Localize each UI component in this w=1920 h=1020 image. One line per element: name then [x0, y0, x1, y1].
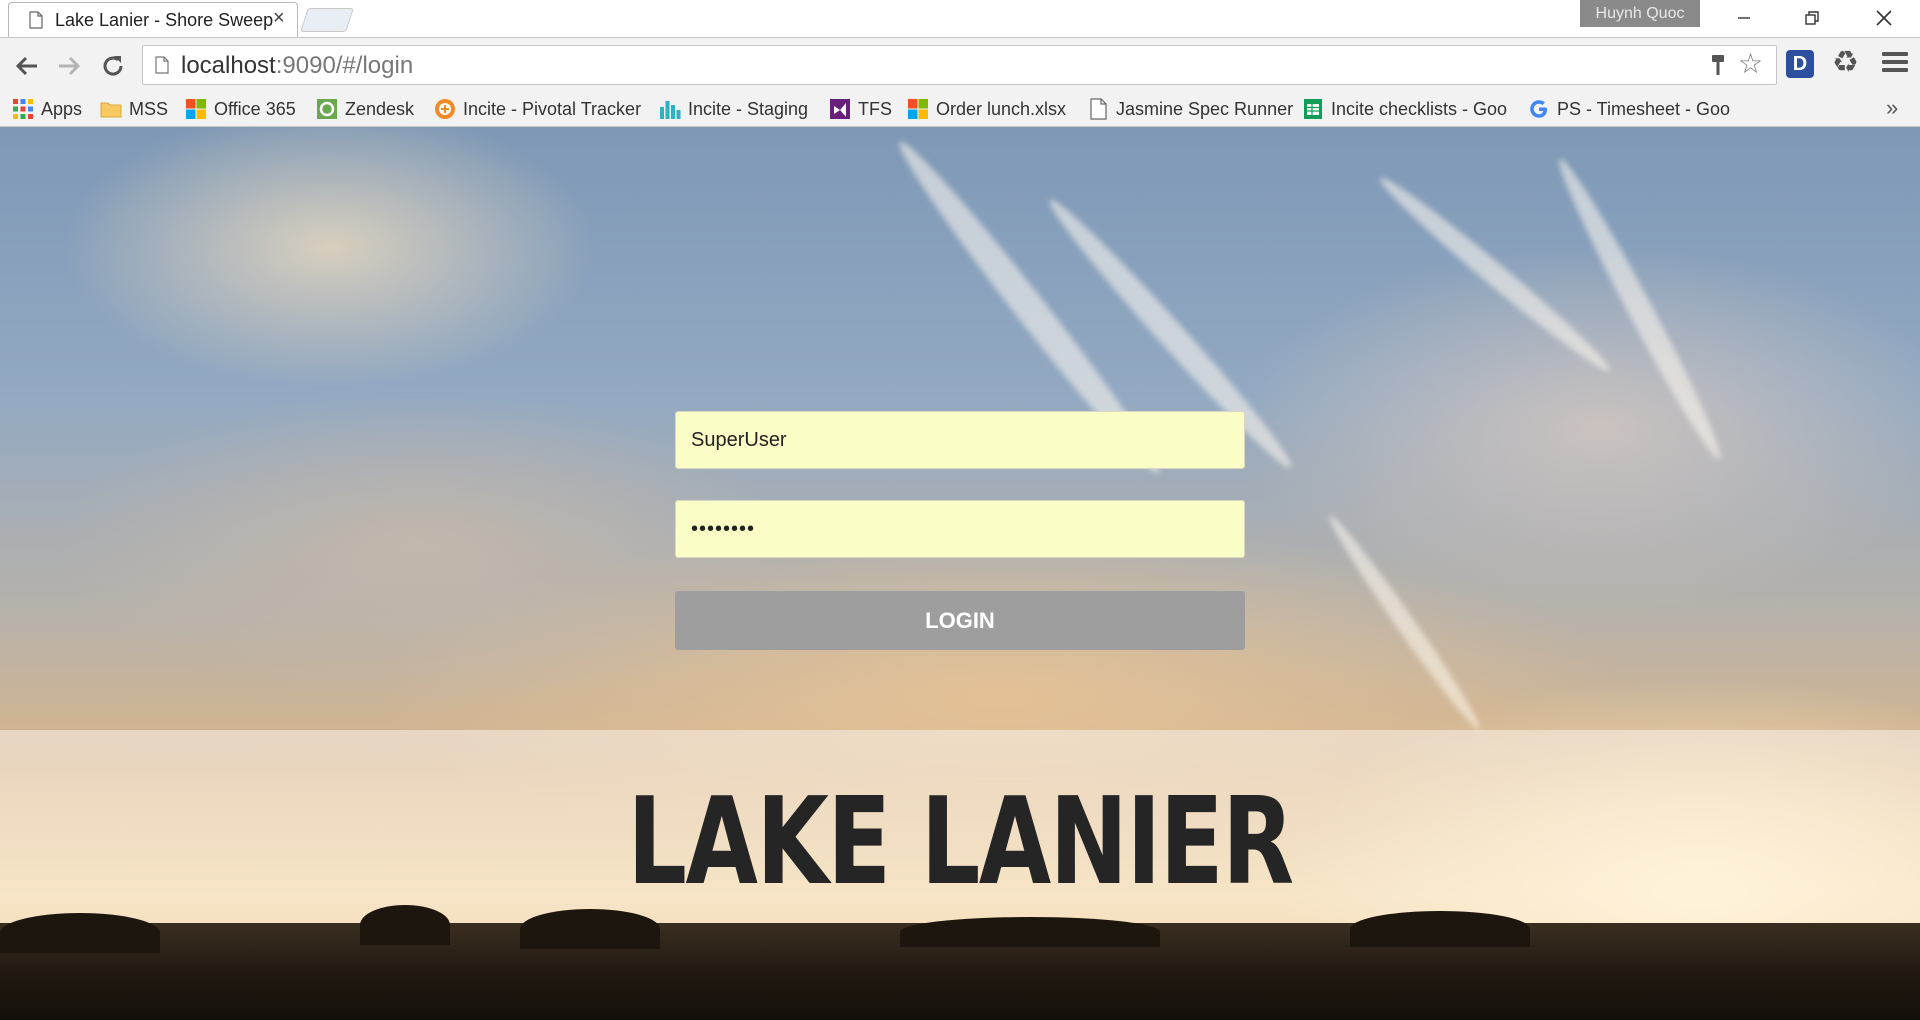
bookmark-label: Jasmine Spec Runner [1116, 98, 1294, 119]
browser-toolbar: localhost:9090/#/login ☆ D ♻ [0, 37, 1920, 91]
bookmark-jasmine[interactable]: Jasmine Spec Runner [1087, 97, 1293, 121]
close-window-button[interactable] [1850, 0, 1918, 36]
recycle-extension-icon[interactable]: ♻ [1832, 48, 1859, 78]
bookmark-incite-checklists[interactable]: Incite checklists - Goo [1302, 97, 1507, 121]
tab-close-icon[interactable]: × [273, 8, 285, 28]
bookmark-label: Incite - Staging [688, 98, 809, 119]
bookmark-incite-staging[interactable]: Incite - Staging [659, 97, 808, 121]
tab-active[interactable]: Lake Lanier - Shore Sweep × [8, 2, 298, 37]
cloud-streak [1549, 153, 1731, 465]
login-page: LOGIN LAKE LANIER [0, 127, 1920, 1020]
bookmark-tfs[interactable]: TFS [829, 97, 892, 121]
minimize-button[interactable] [1710, 0, 1778, 36]
bookmark-timesheet[interactable]: PS - Timesheet - Goo [1528, 97, 1730, 121]
key-icon[interactable] [1708, 53, 1728, 77]
apps-grid-icon [13, 99, 33, 119]
folder-icon [100, 102, 122, 118]
new-tab-button[interactable] [300, 8, 354, 32]
forward-arrow-icon [59, 56, 81, 76]
bookmark-order-lunch[interactable]: Order lunch.xlsx [907, 97, 1066, 121]
forward-button[interactable] [52, 49, 86, 83]
bookmark-apps[interactable]: Apps [12, 97, 82, 121]
bookmark-label: Zendesk [345, 98, 415, 119]
bookmark-label: Incite - Pivotal Tracker [463, 98, 642, 119]
brand-logo-text: LAKE LANIER [627, 773, 1294, 912]
profile-button[interactable]: Huynh Quoc [1580, 0, 1700, 27]
bookmark-label: Incite checklists - Goo [1331, 98, 1508, 119]
zendesk-icon [317, 99, 337, 119]
bookmark-label: Apps [41, 98, 83, 119]
pivotal-icon [435, 99, 455, 119]
page-icon [1090, 98, 1107, 120]
bookmarks-bar: Apps MSS Office 365 Zendesk Incite - Piv… [0, 91, 1920, 127]
visual-studio-icon [830, 99, 850, 119]
cloud-streak [1322, 510, 1487, 735]
back-button[interactable] [10, 49, 44, 83]
microsoft-icon [908, 99, 928, 119]
bookmark-label: MSS [129, 98, 169, 119]
login-button[interactable]: LOGIN [675, 591, 1245, 650]
tab-title: Lake Lanier - Shore Sweep [55, 10, 274, 30]
restore-button[interactable] [1778, 0, 1846, 36]
sheets-icon [1304, 99, 1322, 119]
bookmark-zendesk[interactable]: Zendesk [316, 97, 414, 121]
username-input[interactable] [675, 411, 1245, 469]
close-icon [1876, 10, 1892, 26]
bookmark-label: Order lunch.xlsx [936, 98, 1067, 119]
back-arrow-icon [15, 56, 37, 76]
minimize-icon [1738, 17, 1750, 19]
bookmark-office-365[interactable]: Office 365 [185, 97, 296, 121]
address-bar[interactable]: localhost:9090/#/login ☆ [142, 45, 1777, 85]
bookmark-label: TFS [858, 98, 892, 119]
bookmark-pivotal-tracker[interactable]: Incite - Pivotal Tracker [434, 97, 641, 121]
bar-chart-icon [660, 101, 681, 119]
chrome-menu-icon[interactable] [1882, 52, 1908, 76]
google-icon [1530, 100, 1547, 118]
treeline [0, 905, 1920, 1020]
bookmark-mss[interactable]: MSS [100, 97, 168, 121]
bookmarks-overflow-button[interactable]: » [1886, 95, 1898, 121]
password-input[interactable] [675, 500, 1245, 558]
bookmark-label: Office 365 [214, 98, 296, 119]
reload-icon [103, 56, 123, 76]
bookmark-label: PS - Timesheet - Goo [1557, 98, 1731, 119]
bookmark-star-icon[interactable]: ☆ [1738, 50, 1763, 78]
microsoft-icon [186, 99, 206, 119]
url-host: localhost [181, 52, 276, 79]
restore-icon [1805, 11, 1819, 25]
reload-button[interactable] [96, 49, 130, 83]
url-text[interactable]: localhost:9090/#/login [181, 52, 413, 80]
page-icon [155, 56, 169, 74]
url-path: :9090/#/login [275, 52, 414, 79]
extension-d-icon[interactable]: D [1786, 50, 1814, 78]
page-icon [29, 11, 43, 29]
window-titlebar: Lake Lanier - Shore Sweep × Huynh Quoc [0, 0, 1920, 37]
